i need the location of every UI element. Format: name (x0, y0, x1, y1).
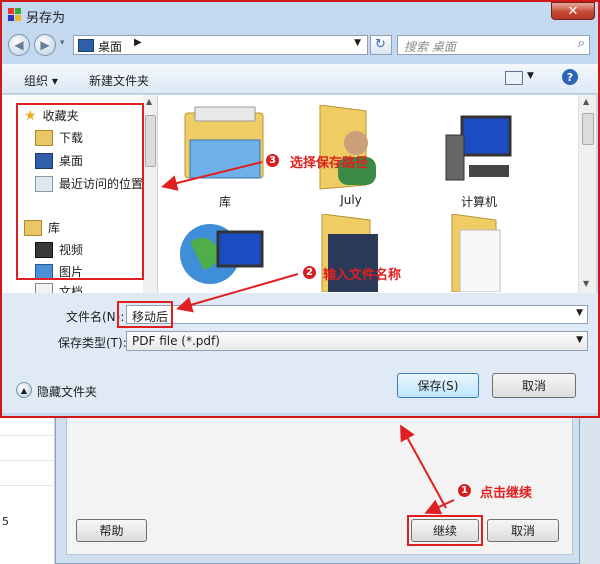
step2-arrow (176, 273, 299, 313)
annotation-arrows (161, 161, 455, 515)
step3-arrow (161, 161, 263, 191)
step1-arrow-down (424, 499, 455, 515)
step1-arrow-up (400, 424, 447, 509)
